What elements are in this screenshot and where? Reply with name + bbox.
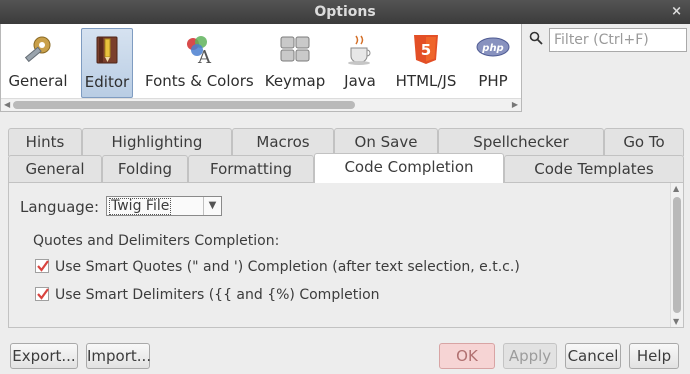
vertical-scrollbar[interactable]: ▲ ▼ <box>670 183 683 327</box>
search-icon <box>529 31 543 45</box>
export-button[interactable]: Export... <box>10 343 78 369</box>
scroll-left-icon[interactable]: ◀ <box>4 99 10 111</box>
scrollbar-thumb[interactable] <box>673 197 681 313</box>
title-bar: Options × <box>0 0 690 24</box>
category-fonts-colors[interactable]: A Fonts & Colors <box>145 28 254 94</box>
category-label: PHP <box>478 72 508 90</box>
tab-highlighting[interactable]: Highlighting <box>82 128 232 156</box>
wrench-gear-icon <box>24 36 51 63</box>
quotes-delimiters-section-label: Quotes and Delimiters Completion: <box>33 233 280 249</box>
tab-code-templates[interactable]: Code Templates <box>504 155 684 183</box>
smart-quotes-checkbox[interactable] <box>35 259 49 273</box>
help-button[interactable]: Help <box>629 343 679 369</box>
category-label: Editor <box>84 73 130 91</box>
chevron-down-icon[interactable]: ▼ <box>203 197 221 215</box>
tab-hints[interactable]: Hints <box>8 128 82 156</box>
category-label: General <box>8 72 68 90</box>
category-editor[interactable]: Editor <box>81 28 133 98</box>
scroll-up-icon[interactable]: ▲ <box>673 184 679 193</box>
scroll-down-icon[interactable]: ▼ <box>673 317 679 326</box>
ok-button[interactable]: OK <box>439 343 495 369</box>
code-completion-panel: Language: Twig File ▼ Quotes and Delimit… <box>8 182 684 328</box>
checkmark-icon <box>37 260 49 272</box>
tab-folding[interactable]: Folding <box>102 155 188 183</box>
tab-formatting[interactable]: Formatting <box>188 155 314 183</box>
svg-text:A: A <box>197 47 212 66</box>
html5-shield-icon: 5 <box>414 35 438 64</box>
scrollbar-thumb[interactable] <box>13 101 355 109</box>
category-label: HTML/JS <box>395 72 457 90</box>
cancel-button[interactable]: Cancel <box>565 343 621 369</box>
category-php[interactable]: php PHP <box>471 28 515 94</box>
filter-search-input[interactable] <box>549 28 687 52</box>
palette-font-icon: A <box>187 36 212 66</box>
apply-button[interactable]: Apply <box>503 343 557 369</box>
smart-quotes-label: Use Smart Quotes (" and ') Completion (a… <box>55 259 520 275</box>
tab-spellchecker[interactable]: Spellchecker <box>438 128 604 156</box>
java-cup-icon <box>348 35 371 65</box>
import-button[interactable]: Import... <box>86 343 151 369</box>
php-logo-icon: php <box>476 37 510 57</box>
language-label: Language: <box>20 198 100 216</box>
category-label: Fonts & Colors <box>145 72 254 90</box>
language-select-value: Twig File <box>109 198 172 215</box>
checkmark-icon <box>37 288 49 300</box>
smart-quotes-option[interactable]: Use Smart Quotes (" and ') Completion (a… <box>35 259 520 275</box>
scroll-right-icon[interactable]: ▶ <box>512 99 518 111</box>
language-select[interactable]: Twig File ▼ <box>106 196 222 216</box>
category-label: Keymap <box>264 72 326 90</box>
window-title: Options <box>314 4 376 20</box>
tab-on-save[interactable]: On Save <box>334 128 438 156</box>
pencil-book-icon <box>96 36 118 64</box>
close-icon[interactable]: × <box>671 0 682 24</box>
category-keymap[interactable]: Keymap <box>263 28 327 94</box>
tab-general[interactable]: General <box>8 155 102 183</box>
category-toolbar: General Editor A Fonts & Colors Keymap J… <box>0 24 522 112</box>
tab-code-completion[interactable]: Code Completion <box>314 153 504 183</box>
svg-text:php: php <box>481 43 503 54</box>
smart-delimiters-checkbox[interactable] <box>35 287 49 301</box>
smart-delimiters-option[interactable]: Use Smart Delimiters ({{ and {%) Complet… <box>35 287 380 303</box>
tab-macros[interactable]: Macros <box>232 128 334 156</box>
horizontal-scrollbar[interactable]: ◀ ▶ <box>1 98 521 111</box>
category-general[interactable]: General <box>7 28 69 94</box>
smart-delimiters-label: Use Smart Delimiters ({{ and {%) Complet… <box>55 287 380 303</box>
category-java[interactable]: Java <box>339 28 381 94</box>
svg-text:5: 5 <box>421 41 431 59</box>
category-html-js[interactable]: 5 HTML/JS <box>391 28 461 94</box>
category-label: Java <box>344 72 376 90</box>
tab-go-to[interactable]: Go To <box>604 128 684 156</box>
keyboard-icon <box>280 36 310 62</box>
